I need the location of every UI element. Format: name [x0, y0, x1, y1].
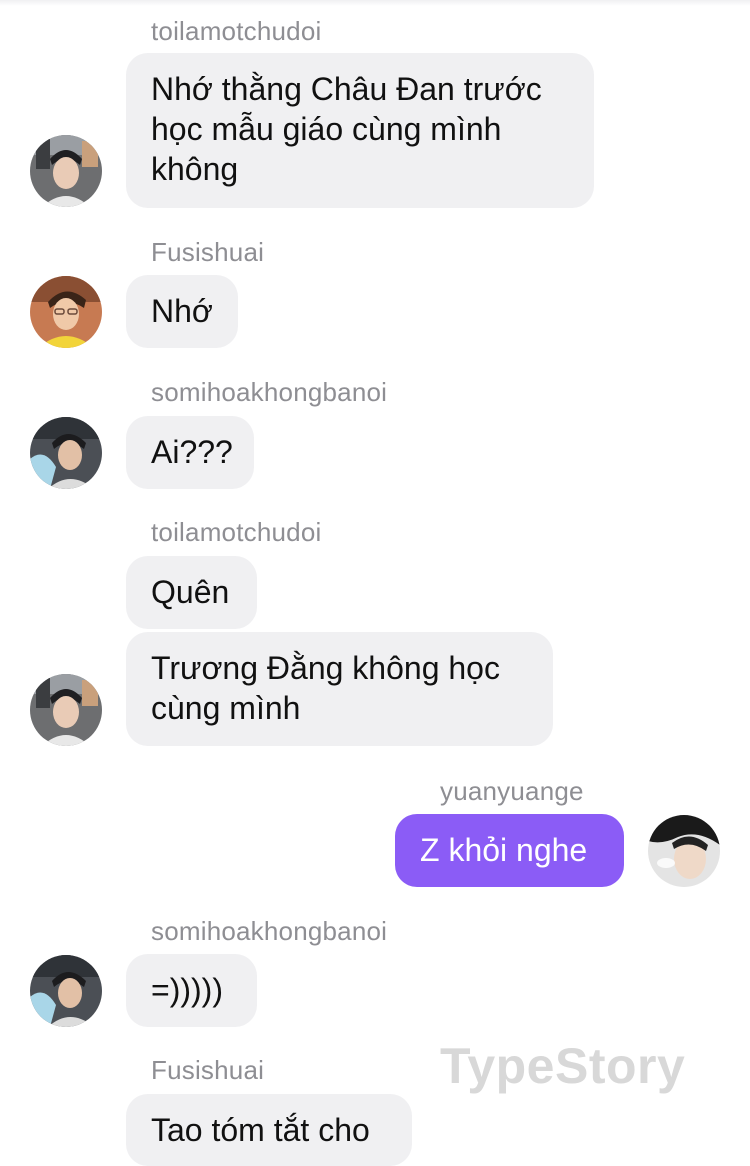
user-photo-icon [30, 276, 102, 348]
watermark: TypeStory [440, 1038, 686, 1094]
top-edge [0, 0, 750, 6]
sender-name: somihoakhongbanoi [151, 377, 388, 407]
user-photo-icon [30, 955, 102, 1027]
message-bubble-sent[interactable]: Z khỏi nghe [395, 814, 624, 887]
message-bubble[interactable]: Trương Đằng không học cùng mình [126, 632, 553, 746]
avatar[interactable] [30, 417, 102, 489]
message-bubble[interactable]: =))))) [126, 954, 257, 1027]
avatar[interactable] [30, 135, 102, 207]
sender-name: toilamotchudoi [151, 517, 322, 547]
sender-name: Fusishuai [151, 237, 265, 267]
avatar[interactable] [30, 674, 102, 746]
message-bubble[interactable]: Tao tóm tắt cho [126, 1094, 412, 1166]
sender-name: toilamotchudoi [151, 16, 322, 46]
user-photo-icon [30, 674, 102, 746]
message-bubble[interactable]: Nhớ [126, 275, 238, 348]
user-photo-icon [30, 417, 102, 489]
user-photo-icon [648, 815, 720, 887]
avatar[interactable] [648, 815, 720, 887]
sender-name: Fusishuai [151, 1055, 265, 1085]
sender-name: yuanyuange [440, 776, 584, 806]
sender-name: somihoakhongbanoi [151, 916, 388, 946]
avatar[interactable] [30, 276, 102, 348]
message-bubble[interactable]: Ai??? [126, 416, 254, 489]
message-bubble[interactable]: Quên [126, 556, 257, 629]
avatar[interactable] [30, 955, 102, 1027]
message-bubble[interactable]: Nhớ thằng Châu Đan trước học mẫu giáo cù… [126, 53, 594, 208]
user-photo-icon [30, 135, 102, 207]
